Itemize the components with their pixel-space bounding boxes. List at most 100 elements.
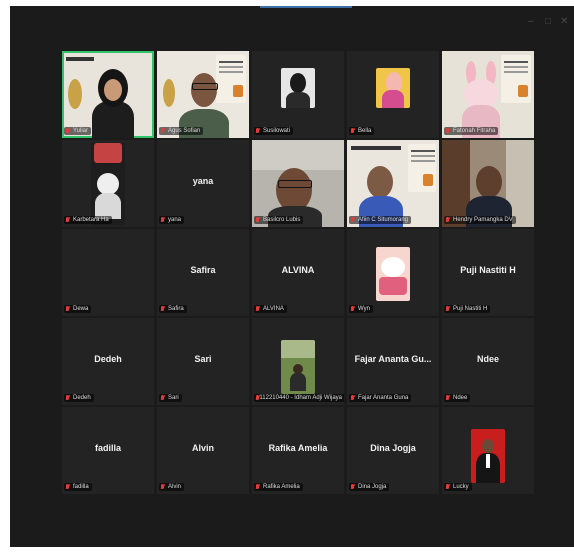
participant-display-name: Sari [194,354,212,364]
muted-mic-icon [66,306,70,312]
participant-tile-karbetara-ha[interactable]: Karbetara Ha [62,140,154,227]
participant-name-label: 112210440 - Idham Adji Wijaya [254,394,344,402]
participant-name-label: Puji Nastiti H [444,305,491,313]
muted-mic-icon [161,128,165,134]
muted-mic-icon [446,395,450,401]
participant-name-label: Dedeh [64,394,94,402]
participant-tile-basilcro-lubis[interactable]: Basilcro Lubis [252,140,344,227]
participant-tile-yuliar[interactable]: Yuliar [62,51,154,138]
participant-name-label: Dewa [64,305,92,313]
participant-tile-fatonah-fitraha[interactable]: Fatonah Fitraha [442,51,534,138]
muted-mic-icon [66,128,70,134]
muted-mic-icon [446,128,450,134]
zoom-window: – □ ✕ Yuliar Agus Sofian Susilowati Bell… [10,6,574,547]
profile-picture [281,68,315,108]
profile-picture [376,247,410,301]
participant-name-label: Hendry Pamangka DV [444,216,516,224]
participant-name-label: Alvin [159,483,185,491]
profile-picture [91,143,125,225]
participant-display-name: Rafika Amelia [268,443,328,453]
participant-tile-safira[interactable]: Safira Safira [157,229,249,316]
window-top-accent [260,6,352,8]
participant-display-name: Fajar Ananta Gu... [354,354,432,364]
participant-video [442,51,534,138]
participant-video [347,140,439,227]
participant-tile-dewa[interactable]: Dewa [62,229,154,316]
participant-name-label: fadilla [64,483,92,491]
participant-display-name: yana [192,176,214,186]
participant-name-label: Agus Sofian [159,127,204,135]
muted-mic-icon [351,484,355,490]
close-icon[interactable]: ✕ [560,16,568,27]
participant-tile-dina-jogja[interactable]: Dina Jogja Dina Jogja [347,407,439,494]
minimize-icon[interactable]: – [528,16,534,27]
participant-tile-rafika-amelia[interactable]: Rafika Amelia Rafika Amelia [252,407,344,494]
muted-mic-icon [66,395,70,401]
participant-tile-fadilla[interactable]: fadilla fadilla [62,407,154,494]
participant-name-label: Safira [159,305,187,313]
participant-tile-puji-nastiti[interactable]: Puji Nastiti H Puji Nastiti H [442,229,534,316]
participant-tile-alvina[interactable]: ALVINA ALVINA [252,229,344,316]
profile-picture [281,340,315,394]
participant-display-name: Puji Nastiti H [460,265,516,275]
participant-name-label: Lucky [444,483,472,491]
muted-mic-icon [66,217,70,223]
participant-name-label: Susilowati [254,127,294,135]
muted-mic-icon [446,306,450,312]
muted-mic-icon [351,306,355,312]
muted-mic-icon [446,484,450,490]
muted-mic-icon [161,484,165,490]
participant-tile-wyn[interactable]: Wyn [347,229,439,316]
participant-tile-lucky[interactable]: Lucky [442,407,534,494]
participant-tile-fajar-ananta-guna[interactable]: Fajar Ananta Gu... Fajar Ananta Guna [347,318,439,405]
participant-name-label: Basilcro Lubis [254,216,304,224]
participant-name-label: Rafika Amelia [254,483,303,491]
participant-tile-hendry-pamangka[interactable]: Hendry Pamangka DV [442,140,534,227]
muted-mic-icon [161,217,165,223]
participant-display-name: Alvin [191,443,214,453]
participant-tile-susilowati[interactable]: Susilowati [252,51,344,138]
participant-name-label: Karbetara Ha [64,216,112,224]
participant-tile-idham-adji-wijaya[interactable]: 112210440 - Idham Adji Wijaya [252,318,344,405]
muted-mic-icon [446,217,450,223]
participant-video [252,140,344,227]
participant-tile-yana[interactable]: yana yana [157,140,249,227]
participant-tile-sari[interactable]: Sari Sari [157,318,249,405]
participant-tile-afiin-c-situmorang[interactable]: Afiin C Situmorang [347,140,439,227]
participant-name-label: Fatonah Fitraha [444,127,499,135]
participant-display-name: Ndee [476,354,499,364]
muted-mic-icon [256,484,260,490]
participant-video [62,51,154,138]
muted-mic-icon [66,484,70,490]
gallery-view-grid: Yuliar Agus Sofian Susilowati Bella Fato… [62,51,534,496]
participant-name-label: yana [159,216,185,224]
participant-name-label: Afiin C Situmorang [349,216,412,224]
participant-display-name: Dina Jogja [370,443,416,453]
participant-tile-alvin[interactable]: Alvin Alvin [157,407,249,494]
profile-picture [471,429,505,483]
participant-name-label: Bella [349,127,375,135]
maximize-icon[interactable]: □ [545,16,551,27]
participant-tile-bella[interactable]: Bella [347,51,439,138]
muted-mic-icon [161,306,165,312]
muted-mic-icon [161,395,165,401]
muted-mic-icon [256,306,260,312]
muted-mic-icon [256,128,260,134]
profile-picture [376,68,410,108]
participant-tile-dedeh[interactable]: Dedeh Dedeh [62,318,154,405]
participant-tile-ndee[interactable]: Ndee Ndee [442,318,534,405]
participant-name-label: Dina Jogja [349,483,390,491]
muted-mic-icon [351,395,355,401]
participant-tile-agus-sofian[interactable]: Agus Sofian [157,51,249,138]
participant-name-label: Wyn [349,305,373,313]
participant-name-label: Ndee [444,394,471,402]
participant-name-label: ALVINA [254,305,287,313]
participant-name-label: Yuliar [64,127,92,135]
participant-video [442,140,534,227]
participant-display-name: ALVINA [281,265,315,275]
participant-display-name: Dedeh [94,354,122,364]
participant-display-name: Safira [190,265,216,275]
participant-display-name: fadilla [94,443,121,453]
muted-mic-icon [351,217,355,223]
participant-name-label: Fajar Ananta Guna [349,394,412,402]
